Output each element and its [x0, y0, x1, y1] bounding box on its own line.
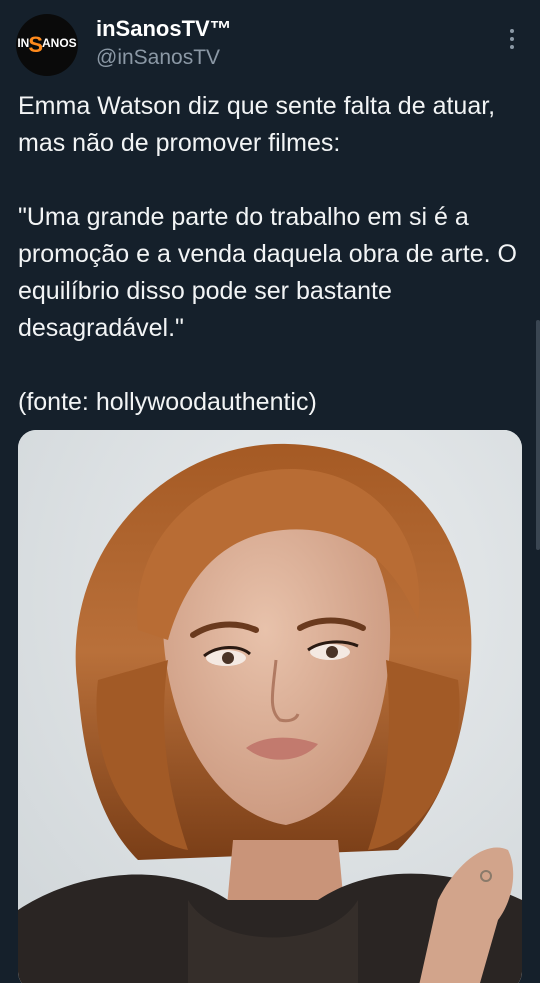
- tweet-card: INSANOS inSanosTV™ @inSanosTV Emma Watso…: [0, 0, 540, 983]
- portrait-photo: [18, 430, 522, 983]
- avatar[interactable]: INSANOS: [16, 14, 78, 76]
- more-options-button[interactable]: [500, 24, 524, 54]
- tweet-paragraph: (fonte: hollywoodauthentic): [18, 388, 317, 416]
- scrollbar-thumb[interactable]: [536, 320, 540, 550]
- tweet-paragraph: "Uma grande parte do trabalho em si é a …: [18, 203, 517, 342]
- tweet-paragraph: Emma Watson diz que sente falta de atuar…: [18, 92, 496, 157]
- user-info[interactable]: inSanosTV™ @inSanosTV: [96, 14, 232, 72]
- more-vertical-icon-dot: [510, 37, 514, 41]
- tweet-media-photo[interactable]: [18, 430, 522, 983]
- avatar-logo-right: ANOS: [42, 36, 77, 50]
- display-name[interactable]: inSanosTV™: [96, 14, 232, 44]
- user-handle[interactable]: @inSanosTV: [96, 44, 232, 72]
- tweet-text: Emma Watson diz que sente falta de atuar…: [18, 88, 518, 421]
- more-vertical-icon: [510, 29, 514, 33]
- more-vertical-icon-dot: [510, 45, 514, 49]
- avatar-logo-middle: S: [28, 32, 43, 57]
- avatar-logo: INSANOS: [17, 32, 76, 58]
